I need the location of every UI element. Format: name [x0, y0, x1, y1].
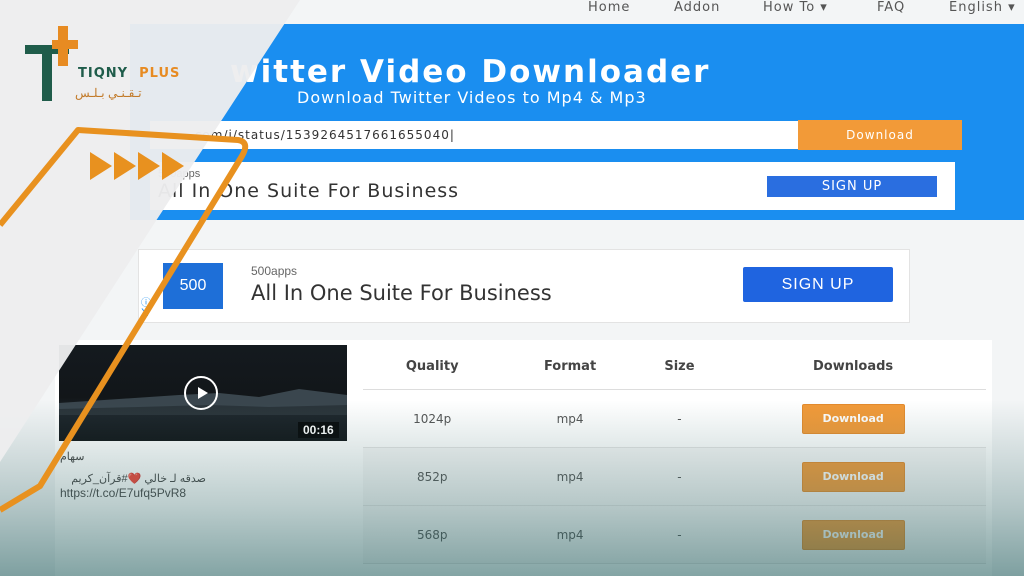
cell-size: - [638, 389, 721, 448]
ad-brand: 500apps [251, 264, 298, 278]
table-header-row: Quality Format Size Downloads [363, 344, 986, 390]
url-input[interactable] [150, 121, 798, 149]
ad-logo: 500 [163, 263, 223, 309]
nav-home[interactable]: Home [588, 0, 630, 15]
video-link[interactable]: https://t.co/E7ufq5PvR8 [60, 486, 186, 500]
download-button[interactable]: Download [801, 403, 905, 434]
ad-banner-top[interactable]: 500apps All In One Suite For Business SI… [137, 162, 955, 210]
cell-quality: 852p [363, 447, 502, 506]
ad-logo-text: 500 [179, 277, 207, 294]
page-title: witter Video Downloader [230, 54, 711, 90]
nav-how-to[interactable]: How To ▾ [763, 0, 828, 15]
ad-text: All In One Suite For Business [251, 281, 552, 305]
page: Home Addon How To ▾ FAQ English ▾ witter… [0, 0, 1024, 576]
download-table: Quality Format Size Downloads 1024p mp4 … [363, 344, 986, 564]
cell-download: Download [720, 505, 986, 564]
ad-signup-button[interactable]: SIGN UP [743, 267, 893, 302]
cell-quality: 568p [363, 505, 502, 564]
video-duration: 00:16 [298, 422, 339, 438]
cell-download: Download [720, 447, 986, 506]
brand-name-arabic: تـقـنـي بـلـس [75, 86, 142, 100]
ad-signup-button[interactable]: SIGN UP [767, 176, 937, 197]
ad-banner-main[interactable]: 500 500apps All In One Suite For Busines… [138, 249, 910, 323]
cell-download: Download [720, 389, 986, 448]
cell-quality: 1024p [363, 389, 502, 448]
header-downloads: Downloads [720, 344, 986, 390]
download-button[interactable]: Download [801, 519, 905, 550]
table-row: 1024p mp4 - Download [363, 389, 986, 448]
page-subtitle: Download Twitter Videos to Mp4 & Mp3 [297, 88, 647, 107]
brand-name: TIQNY PLUS [78, 66, 180, 81]
ad-close-icon[interactable]: X [137, 194, 144, 205]
download-button[interactable]: Download [801, 461, 905, 492]
nav-addon[interactable]: Addon [674, 0, 720, 15]
url-download-button[interactable]: Download [798, 120, 962, 150]
video-author: سهام [60, 451, 85, 463]
cell-size: - [638, 447, 721, 506]
header-format: Format [501, 344, 639, 390]
brand-name-primary: TIQNY [78, 66, 129, 81]
cell-format: mp4 [501, 447, 639, 506]
nav-language[interactable]: English ▾ [949, 0, 1016, 15]
header-size: Size [638, 344, 721, 390]
brand-name-secondary: PLUS [139, 66, 181, 81]
table-row: 852p mp4 - Download [363, 447, 986, 506]
ad-text: All In One Suite For Business [158, 180, 460, 202]
ad-brand: 500apps [158, 168, 201, 180]
table-row: 568p mp4 - Download [363, 505, 986, 564]
top-nav: Home Addon How To ▾ FAQ English ▾ [560, 0, 1024, 22]
cell-format: mp4 [501, 389, 639, 448]
cell-size: - [638, 505, 721, 564]
header-quality: Quality [363, 344, 502, 390]
ad-close-icon[interactable]: X [141, 307, 148, 319]
video-caption: صدقه لـ خالي ❤️#قرآن_كريم [71, 473, 206, 485]
cell-format: mp4 [501, 505, 639, 564]
nav-faq[interactable]: FAQ [877, 0, 905, 15]
play-icon[interactable] [184, 376, 218, 410]
